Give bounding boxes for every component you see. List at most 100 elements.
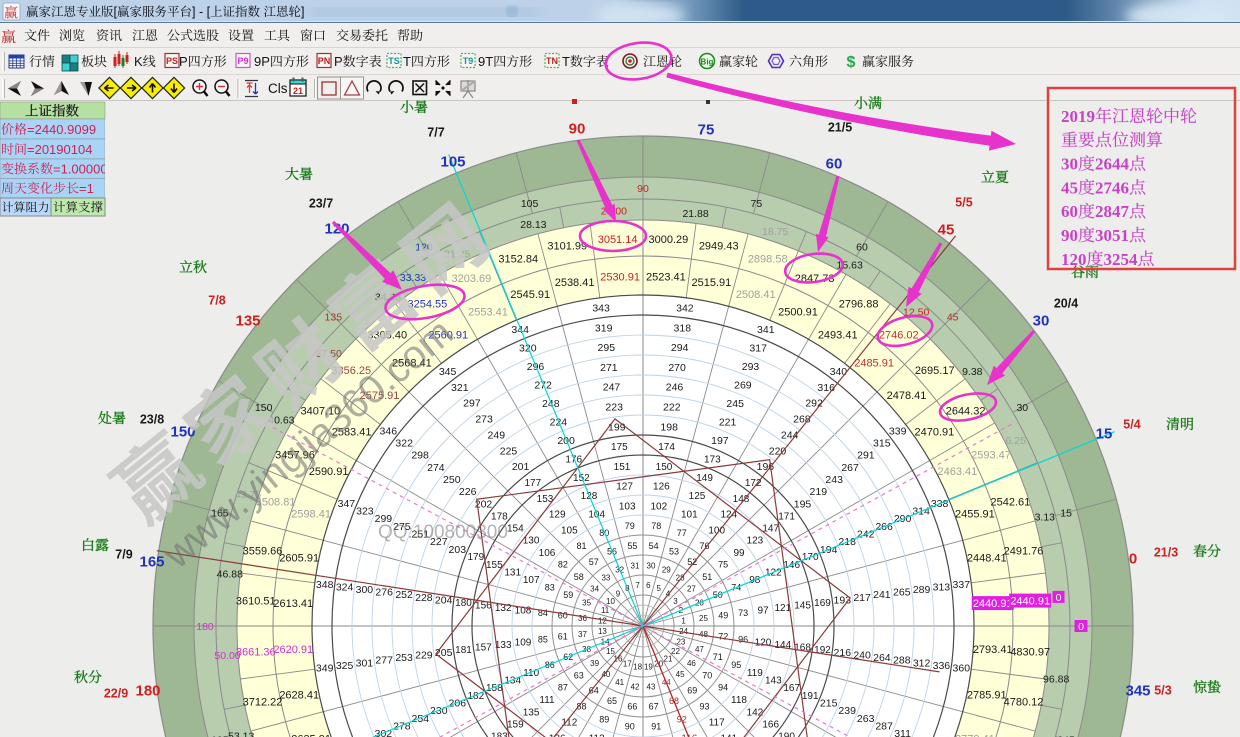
svg-text:45: 45 xyxy=(947,311,959,323)
svg-text:166: 166 xyxy=(762,720,779,731)
svg-text:5/4: 5/4 xyxy=(1123,418,1140,432)
svg-text:2019: 2019 xyxy=(1061,107,1095,126)
svg-text:120: 120 xyxy=(1061,250,1087,269)
svg-text:78: 78 xyxy=(651,521,661,531)
svg-text:49: 49 xyxy=(718,611,728,621)
svg-text:201: 201 xyxy=(512,461,530,473)
svg-text:323: 323 xyxy=(356,506,374,518)
svg-text:167: 167 xyxy=(783,683,800,694)
svg-text:263: 263 xyxy=(857,713,875,725)
svg-text:47: 47 xyxy=(695,645,704,654)
svg-text:93: 93 xyxy=(699,701,709,711)
svg-text:75: 75 xyxy=(698,122,715,139)
svg-text:113: 113 xyxy=(589,733,605,737)
svg-text:229: 229 xyxy=(415,650,433,662)
svg-text:3.13: 3.13 xyxy=(1035,511,1056,523)
svg-text:2620.91: 2620.91 xyxy=(273,644,313,656)
svg-text:250: 250 xyxy=(443,474,461,486)
svg-text:2530.91: 2530.91 xyxy=(600,271,640,283)
svg-text:135: 135 xyxy=(523,707,540,718)
svg-text:66: 66 xyxy=(627,702,637,712)
svg-text:PS: PS xyxy=(166,56,178,66)
svg-text:34: 34 xyxy=(590,585,599,594)
svg-text:195: 195 xyxy=(794,498,812,510)
svg-text:241: 241 xyxy=(873,589,891,601)
svg-text:136: 136 xyxy=(549,733,566,737)
svg-text:2598.41: 2598.41 xyxy=(291,508,331,520)
svg-text:271: 271 xyxy=(600,362,618,374)
svg-text:222: 222 xyxy=(663,402,681,414)
svg-text:175: 175 xyxy=(611,442,628,453)
svg-text:21/5: 21/5 xyxy=(828,121,852,135)
svg-text:20/4: 20/4 xyxy=(1054,297,1078,311)
svg-text:46: 46 xyxy=(687,659,696,668)
svg-text:105: 105 xyxy=(521,198,539,210)
svg-text:2746.02: 2746.02 xyxy=(879,329,919,341)
svg-text:PN: PN xyxy=(318,56,331,66)
svg-text:7: 7 xyxy=(635,581,640,590)
svg-text:36: 36 xyxy=(578,614,587,623)
svg-text:2508.41: 2508.41 xyxy=(736,289,776,301)
svg-text:253: 253 xyxy=(395,652,413,664)
svg-text:19: 19 xyxy=(644,662,653,671)
svg-text:225: 225 xyxy=(500,445,518,457)
svg-text:QQ:100800300: QQ:100800300 xyxy=(378,522,508,543)
svg-text:2793.41: 2793.41 xyxy=(973,644,1013,656)
svg-text:112: 112 xyxy=(561,718,577,729)
svg-text:83: 83 xyxy=(545,583,555,593)
svg-text:252: 252 xyxy=(395,589,413,601)
svg-text:60: 60 xyxy=(1061,202,1078,221)
svg-text:=1: =1 xyxy=(79,181,94,196)
svg-text:77: 77 xyxy=(677,528,687,538)
svg-text:98: 98 xyxy=(749,575,761,586)
svg-text:=20190104: =20190104 xyxy=(27,142,92,157)
svg-text:349: 349 xyxy=(316,663,334,675)
svg-text:197: 197 xyxy=(711,435,729,447)
svg-text:2493.41: 2493.41 xyxy=(818,330,858,342)
svg-text:301: 301 xyxy=(356,657,374,669)
svg-text:316: 316 xyxy=(817,382,835,394)
svg-text:311: 311 xyxy=(894,728,911,737)
svg-text:3: 3 xyxy=(673,597,678,606)
svg-text:15: 15 xyxy=(1096,426,1113,443)
svg-text:0: 0 xyxy=(1056,592,1062,604)
svg-text:30: 30 xyxy=(647,561,656,570)
svg-text:342: 342 xyxy=(676,302,694,314)
svg-text:277: 277 xyxy=(375,655,393,667)
svg-text:TS: TS xyxy=(388,56,400,66)
svg-text:7/7: 7/7 xyxy=(427,126,444,140)
svg-text:2500.91: 2500.91 xyxy=(778,307,818,319)
svg-text:85: 85 xyxy=(538,634,548,644)
svg-text:79: 79 xyxy=(625,521,635,531)
svg-text:30: 30 xyxy=(1033,313,1050,330)
svg-text:159: 159 xyxy=(507,720,524,731)
svg-text:106: 106 xyxy=(539,548,556,559)
svg-text:3051: 3051 xyxy=(1095,226,1129,245)
svg-text:287: 287 xyxy=(875,721,893,733)
svg-text:2644: 2644 xyxy=(1095,155,1130,174)
svg-text:2593.47: 2593.47 xyxy=(971,449,1011,461)
svg-text:174: 174 xyxy=(658,442,675,453)
svg-text:190: 190 xyxy=(778,732,795,737)
svg-text:1: 1 xyxy=(681,616,686,625)
svg-text:109: 109 xyxy=(515,637,532,648)
svg-text:22: 22 xyxy=(671,647,680,656)
svg-text:81: 81 xyxy=(576,541,586,551)
svg-text:60: 60 xyxy=(856,242,868,254)
svg-text:13: 13 xyxy=(598,627,607,636)
svg-text:3661.36: 3661.36 xyxy=(236,646,276,658)
svg-text:118: 118 xyxy=(731,695,747,706)
svg-text:2478.41: 2478.41 xyxy=(887,390,927,402)
svg-text:224: 224 xyxy=(550,417,568,429)
svg-text:2590.91: 2590.91 xyxy=(309,466,349,478)
svg-text:318: 318 xyxy=(674,322,692,334)
svg-text:120: 120 xyxy=(755,637,772,648)
svg-text:360: 360 xyxy=(953,663,971,675)
svg-text:267: 267 xyxy=(841,462,859,474)
svg-text:343: 343 xyxy=(592,302,610,314)
svg-text:23/8: 23/8 xyxy=(140,413,164,427)
svg-text:289: 289 xyxy=(913,584,931,596)
svg-text:96: 96 xyxy=(738,634,748,644)
svg-text:3051.14: 3051.14 xyxy=(598,234,638,246)
svg-text:3000.29: 3000.29 xyxy=(649,234,689,246)
